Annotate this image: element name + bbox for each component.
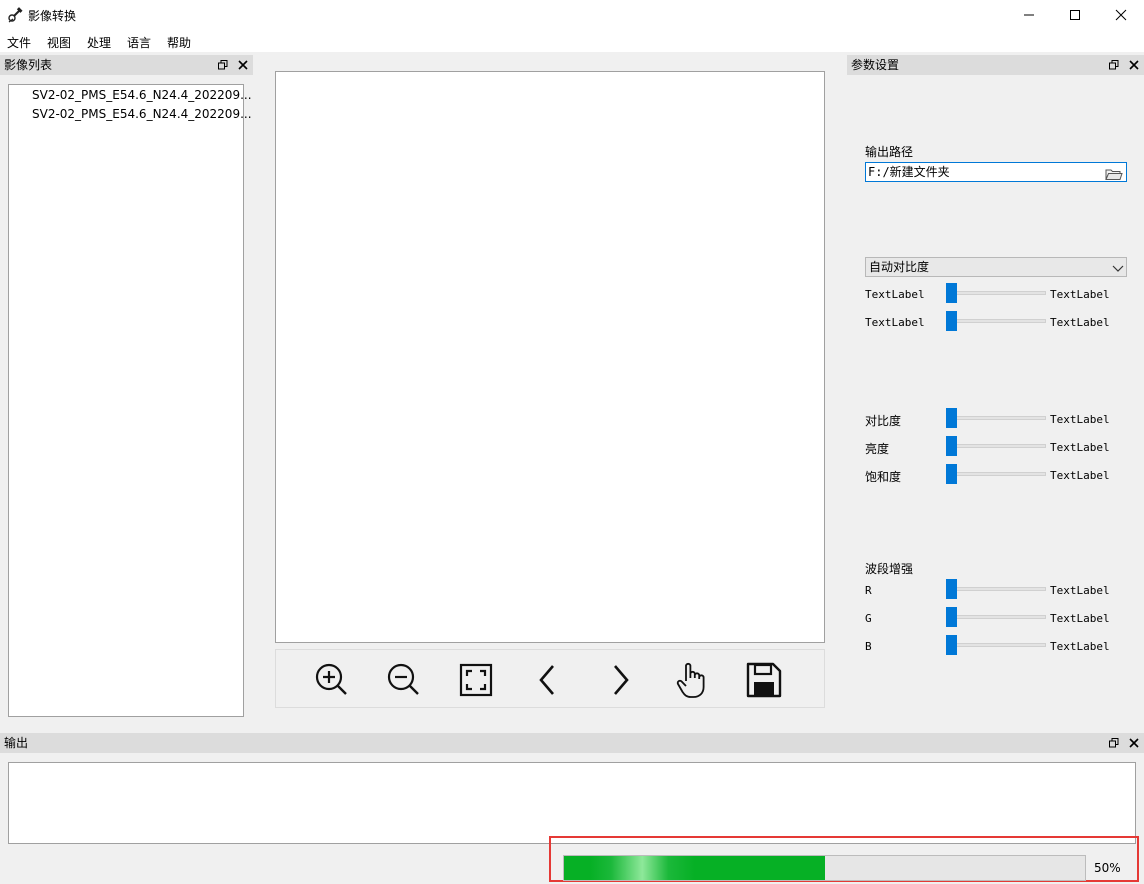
progress-fill xyxy=(564,856,825,880)
browse-folder-button[interactable] xyxy=(1105,167,1123,181)
menu-bar: 文件 视图 处理 语言 帮助 xyxy=(0,30,1144,52)
menu-help[interactable]: 帮助 xyxy=(167,34,191,51)
contrast-slider[interactable] xyxy=(946,408,1046,428)
params-float-button[interactable] xyxy=(1108,59,1120,71)
list-item[interactable]: SV2-02_PMS_E54.6_N24.4_202209... xyxy=(32,107,252,121)
slider-handle[interactable] xyxy=(946,408,957,428)
maximize-icon xyxy=(1070,10,1080,20)
satellite-app-icon xyxy=(7,7,23,23)
output-float-button[interactable] xyxy=(1108,737,1120,749)
zoom-in-icon xyxy=(315,663,347,695)
close-icon xyxy=(1115,9,1127,21)
band-r-value: TextLabel xyxy=(1050,584,1110,597)
chevron-right-icon xyxy=(614,665,629,695)
maximize-button[interactable] xyxy=(1052,0,1098,30)
progress-percent: 50% xyxy=(1094,861,1121,875)
image-list-dock-title: 影像列表 xyxy=(0,55,253,75)
output-dock-title: 输出 xyxy=(0,733,1144,753)
menu-process[interactable]: 处理 xyxy=(87,34,111,51)
slider-handle[interactable] xyxy=(946,635,957,655)
chevron-left-icon xyxy=(539,665,554,695)
view-toolbar xyxy=(275,649,825,708)
hand-pan-icon xyxy=(676,662,705,698)
pan-button[interactable] xyxy=(672,660,712,700)
menu-view[interactable]: 视图 xyxy=(47,34,71,51)
menu-file[interactable]: 文件 xyxy=(7,34,31,51)
window-title: 影像转换 xyxy=(28,9,77,23)
band-r-label: R xyxy=(865,584,872,597)
chevron-down-icon xyxy=(1112,262,1124,272)
image-canvas[interactable] xyxy=(275,71,825,643)
stretch-slider-value: TextLabel xyxy=(1050,316,1110,329)
stretch-slider-label: TextLabel xyxy=(865,288,925,301)
band-enhance-title: 波段增强 xyxy=(865,562,914,576)
slider-handle[interactable] xyxy=(946,283,957,303)
stretch-mode-select[interactable]: 自动对比度 xyxy=(865,257,1127,277)
title-bar: 影像转换 xyxy=(0,0,1144,30)
params-dock-title: 参数设置 xyxy=(847,55,1144,75)
output-path-label: 输出路径 xyxy=(865,145,914,159)
brightness-label: 亮度 xyxy=(865,442,890,456)
slider-handle[interactable] xyxy=(946,579,957,599)
contrast-label: 对比度 xyxy=(865,414,902,428)
output-log[interactable] xyxy=(8,762,1136,844)
band-b-slider[interactable] xyxy=(946,635,1046,655)
next-button[interactable] xyxy=(600,660,640,700)
folder-icon xyxy=(1105,169,1123,180)
progress-bar xyxy=(563,855,1086,881)
image-list-close-button[interactable] xyxy=(237,59,249,71)
slider-handle[interactable] xyxy=(946,436,957,456)
minimize-button[interactable] xyxy=(1006,0,1052,30)
brightness-value: TextLabel xyxy=(1050,441,1110,454)
image-list[interactable]: SV2-02_PMS_E54.6_N24.4_202209... SV2-02_… xyxy=(8,84,252,717)
band-g-value: TextLabel xyxy=(1050,612,1110,625)
list-item[interactable]: SV2-02_PMS_E54.6_N24.4_202209... xyxy=(32,88,252,102)
stretch-slider-2[interactable] xyxy=(946,311,1046,331)
float-icon xyxy=(1109,738,1119,748)
zoom-out-icon xyxy=(387,663,419,695)
band-b-label: B xyxy=(865,640,872,653)
close-icon xyxy=(1129,60,1139,70)
close-window-button[interactable] xyxy=(1098,0,1144,30)
band-b-value: TextLabel xyxy=(1050,640,1110,653)
band-g-label: G xyxy=(865,612,872,625)
saturation-value: TextLabel xyxy=(1050,469,1110,482)
previous-button[interactable] xyxy=(528,660,568,700)
stretch-slider-1[interactable] xyxy=(946,283,1046,303)
save-icon xyxy=(746,662,782,698)
save-button[interactable] xyxy=(744,660,784,700)
fit-screen-icon xyxy=(459,663,493,697)
saturation-label: 饱和度 xyxy=(865,470,902,484)
zoom-in-button[interactable] xyxy=(312,660,352,700)
slider-handle[interactable] xyxy=(946,464,957,484)
image-list-float-button[interactable] xyxy=(217,59,229,71)
stretch-slider-value: TextLabel xyxy=(1050,288,1110,301)
fit-screen-button[interactable] xyxy=(456,660,496,700)
band-r-slider[interactable] xyxy=(946,579,1046,599)
stretch-slider-label: TextLabel xyxy=(865,316,925,329)
menu-language[interactable]: 语言 xyxy=(127,34,151,51)
params-title: 参数设置 xyxy=(851,58,900,72)
float-icon xyxy=(1109,60,1119,70)
image-list-title: 影像列表 xyxy=(4,58,53,72)
slider-handle[interactable] xyxy=(946,607,957,627)
slider-handle[interactable] xyxy=(946,311,957,331)
brightness-slider[interactable] xyxy=(946,436,1046,456)
params-close-button[interactable] xyxy=(1128,59,1140,71)
zoom-out-button[interactable] xyxy=(384,660,424,700)
close-icon xyxy=(1129,738,1139,748)
contrast-value: TextLabel xyxy=(1050,413,1110,426)
output-close-button[interactable] xyxy=(1128,737,1140,749)
close-icon xyxy=(238,60,248,70)
float-icon xyxy=(218,60,228,70)
output-title: 输出 xyxy=(4,736,29,750)
band-g-slider[interactable] xyxy=(946,607,1046,627)
saturation-slider[interactable] xyxy=(946,464,1046,484)
minimize-icon xyxy=(1024,14,1034,16)
output-path-input[interactable]: F:/新建文件夹 xyxy=(865,162,1127,182)
